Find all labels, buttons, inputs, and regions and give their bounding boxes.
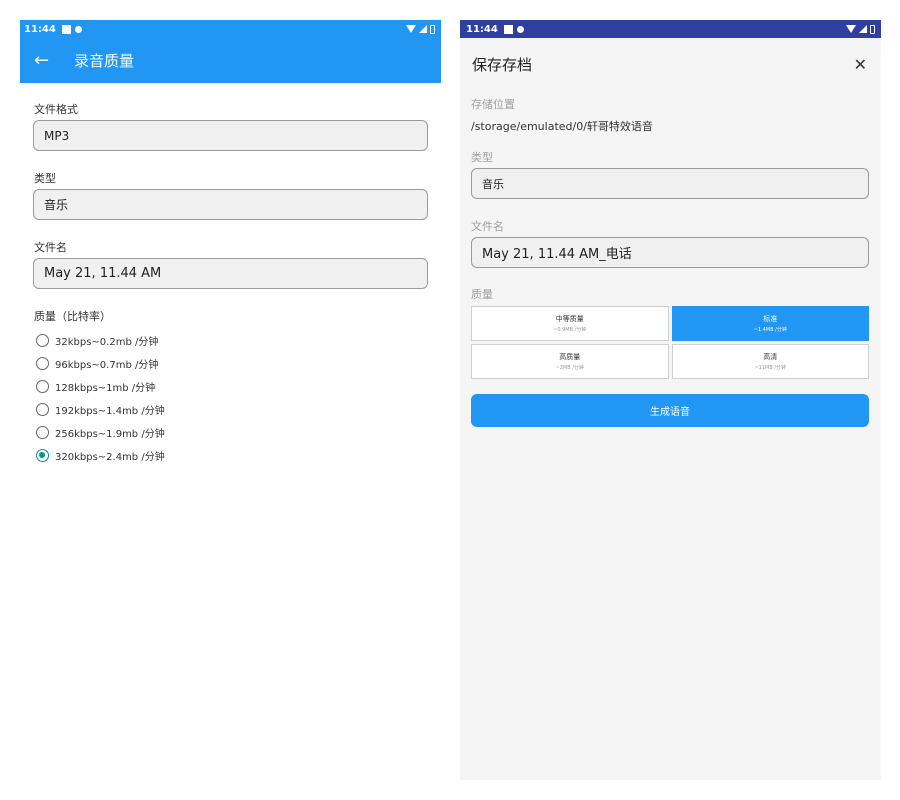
bitrate-option[interactable]: 96kbps~0.7mb /分钟	[36, 356, 158, 371]
filename-field[interactable]: May 21, 11.44 AM_电话	[471, 237, 869, 268]
format-field[interactable]: MP3	[33, 120, 428, 151]
close-icon[interactable]: ✕	[854, 55, 867, 74]
radio-button-icon[interactable]	[36, 380, 49, 393]
radio-button-icon[interactable]	[36, 334, 49, 347]
notification-square-icon	[503, 24, 513, 34]
bitrate-option[interactable]: 192kbps~1.4mb /分钟	[36, 402, 165, 417]
quality-option-size: ~11MB /分钟	[754, 365, 787, 371]
wifi-icon	[846, 25, 856, 33]
quality-option-size: ~0.9MB /分钟	[553, 327, 587, 333]
notification-dot-icon	[516, 25, 524, 33]
notification-dot-icon	[74, 25, 82, 33]
quality-options-grid: 中等质量 ~0.9MB /分钟 标准 ~1.4MB /分钟 高质量 ~2MB /…	[471, 306, 869, 379]
quality-label: 质量	[471, 288, 493, 301]
bitrate-option[interactable]: 128kbps~1mb /分钟	[36, 379, 155, 394]
dialog-header: 保存存档 ✕	[460, 38, 881, 90]
type-label: 类型	[471, 151, 493, 164]
status-time: 11:44	[24, 23, 56, 35]
bitrate-option-label: 192kbps~1.4mb /分钟	[55, 406, 165, 417]
quality-option-high[interactable]: 高质量 ~2MB /分钟	[471, 344, 669, 379]
status-time: 11:44	[466, 23, 498, 35]
bitrate-label: 质量（比特率）	[34, 310, 111, 323]
status-bar: 11:44	[460, 20, 881, 38]
dialog-title: 保存存档	[472, 55, 533, 74]
radio-button-icon[interactable]	[36, 357, 49, 370]
wifi-icon	[406, 25, 416, 33]
page-title: 录音质量	[74, 52, 135, 70]
quality-option-medium[interactable]: 中等质量 ~0.9MB /分钟	[471, 306, 669, 341]
signal-icon	[419, 25, 427, 33]
quality-option-size: ~2MB /分钟	[555, 365, 584, 371]
recording-quality-screen: 11:44 ← 录音质量 文件格式 MP3 类型 音乐 文件名 May 21, …	[20, 20, 441, 780]
type-field[interactable]: 音乐	[33, 189, 428, 220]
quality-option-hd[interactable]: 高清 ~11MB /分钟	[671, 344, 869, 379]
app-bar: ← 录音质量	[20, 38, 441, 83]
filename-label: 文件名	[34, 241, 67, 254]
location-path: /storage/emulated/0/轩哥特效语音	[471, 120, 653, 133]
quality-option-standard[interactable]: 标准 ~1.4MB /分钟	[671, 306, 869, 341]
bitrate-option-label: 128kbps~1mb /分钟	[55, 383, 156, 394]
status-bar: 11:44	[20, 20, 441, 38]
battery-icon	[870, 24, 875, 34]
bitrate-option[interactable]: 32kbps~0.2mb /分钟	[36, 333, 158, 348]
signal-icon	[859, 25, 867, 33]
quality-option-title: 标准	[763, 315, 778, 323]
battery-icon	[430, 24, 435, 34]
quality-option-title: 高清	[763, 353, 778, 361]
bitrate-option[interactable]: 320kbps~2.4mb /分钟	[36, 448, 165, 463]
notification-square-icon	[61, 24, 71, 34]
quality-option-title: 中等质量	[555, 315, 584, 323]
location-label: 存储位置	[471, 98, 515, 111]
generate-voice-button[interactable]: 生成语音	[471, 394, 869, 427]
bitrate-option[interactable]: 256kbps~1.9mb /分钟	[36, 425, 165, 440]
bitrate-option-label: 32kbps~0.2mb /分钟	[55, 337, 159, 348]
bitrate-option-label: 96kbps~0.7mb /分钟	[55, 360, 159, 371]
bitrate-option-label: 256kbps~1.9mb /分钟	[55, 429, 165, 440]
format-label: 文件格式	[34, 103, 78, 116]
type-label: 类型	[34, 172, 56, 185]
filename-label: 文件名	[471, 220, 504, 233]
filename-field[interactable]: May 21, 11.44 AM	[33, 258, 428, 289]
bitrate-option-label: 320kbps~2.4mb /分钟	[55, 452, 165, 463]
radio-button-icon[interactable]	[36, 426, 49, 439]
type-field[interactable]: 音乐	[471, 168, 869, 199]
quality-option-title: 高质量	[559, 353, 581, 361]
radio-button-checked-icon[interactable]	[36, 449, 49, 462]
save-archive-dialog: 11:44 保存存档 ✕ 存储位置 /storage/emulated/0/轩哥…	[460, 20, 881, 780]
back-arrow-icon[interactable]: ←	[34, 50, 74, 71]
quality-option-size: ~1.4MB /分钟	[753, 327, 787, 333]
radio-button-icon[interactable]	[36, 403, 49, 416]
